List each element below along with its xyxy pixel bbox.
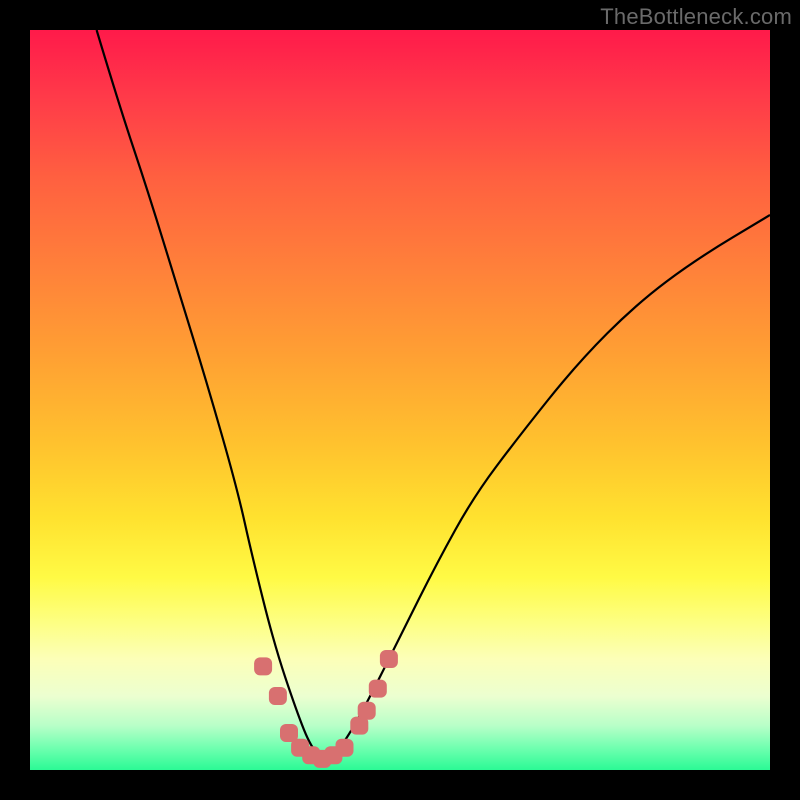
highlight-markers <box>254 650 398 768</box>
bottleneck-curve-svg <box>30 30 770 770</box>
marker-point <box>369 680 387 698</box>
marker-point <box>380 650 398 668</box>
marker-point <box>336 739 354 757</box>
marker-point <box>269 687 287 705</box>
watermark-text: TheBottleneck.com <box>600 4 792 30</box>
chart-frame: TheBottleneck.com <box>0 0 800 800</box>
marker-point <box>254 657 272 675</box>
plot-area <box>30 30 770 770</box>
bottleneck-curve <box>97 30 770 759</box>
marker-point <box>358 702 376 720</box>
